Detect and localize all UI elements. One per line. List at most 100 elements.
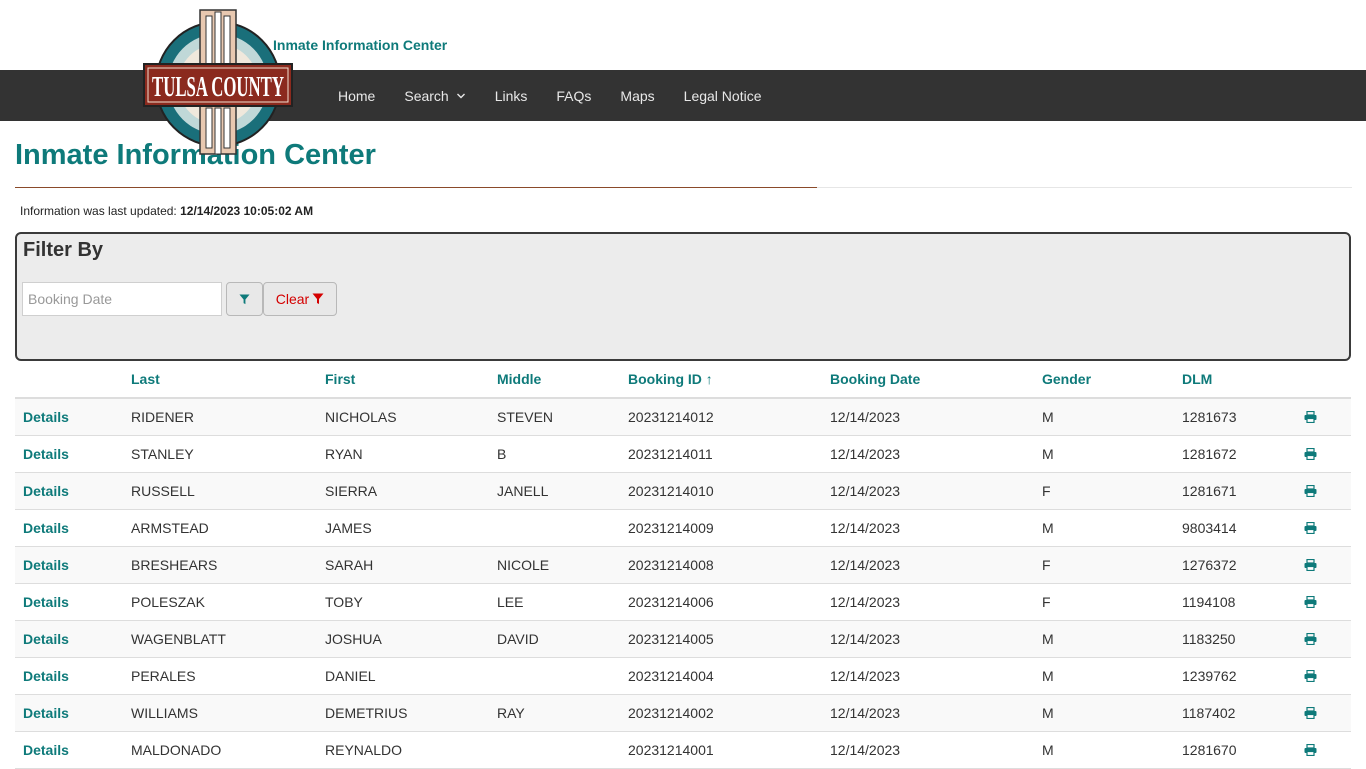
print-icon <box>1304 633 1317 645</box>
cell-first: REYNALDO <box>325 731 497 769</box>
cell-last: WILLIAMS <box>131 694 325 732</box>
details-link[interactable]: Details <box>15 594 69 610</box>
cell-first: DEMETRIUS <box>325 694 497 732</box>
cell-last: PERALES <box>131 657 325 695</box>
cell-dlm: 1281672 <box>1182 435 1294 473</box>
print-icon <box>1304 485 1317 497</box>
print-button[interactable] <box>1294 509 1351 547</box>
apply-filter-button[interactable] <box>226 282 263 316</box>
nav-maps[interactable]: Maps <box>620 88 654 104</box>
cell-booking-id: 20231214011 <box>628 435 830 473</box>
cell-middle: STEVEN <box>497 398 628 436</box>
cell-last: ARMSTEAD <box>131 509 325 547</box>
column-header-dlm[interactable]: DLM <box>1182 361 1294 399</box>
column-header-gender[interactable]: Gender <box>1042 361 1182 399</box>
nav-links-label: Links <box>494 87 528 104</box>
table-row: Details POLESZAK TOBY LEE 20231214006 12/14/2… <box>15 583 1351 621</box>
print-icon <box>1304 522 1317 534</box>
title-divider-light <box>817 187 1352 188</box>
last-updated-label: Information was last updated: <box>20 204 177 218</box>
print-button[interactable] <box>1294 583 1351 621</box>
details-link[interactable]: Details <box>15 557 69 573</box>
cell-first: NICHOLAS <box>325 398 497 436</box>
cell-dlm: 9803414 <box>1182 509 1294 547</box>
cell-dlm: 1239762 <box>1182 657 1294 695</box>
print-button[interactable] <box>1294 398 1351 436</box>
cell-booking-id: 20231214004 <box>628 657 830 695</box>
column-header-print <box>1294 361 1351 399</box>
cell-middle: RAY <box>497 694 628 732</box>
nav-links[interactable]: Links <box>495 88 528 104</box>
cell-first: JAMES <box>325 509 497 547</box>
cell-dlm: 1194108 <box>1182 583 1294 621</box>
nav-home[interactable]: Home <box>338 88 375 104</box>
details-link[interactable]: Details <box>15 668 69 684</box>
cell-dlm: 1281671 <box>1182 472 1294 510</box>
cell-booking-date: 12/14/2023 <box>830 472 1042 510</box>
chevron-down-icon <box>456 93 465 98</box>
print-button[interactable] <box>1294 435 1351 473</box>
cell-booking-date: 12/14/2023 <box>830 731 1042 769</box>
print-button[interactable] <box>1294 620 1351 658</box>
nav-faqs[interactable]: FAQs <box>556 88 591 104</box>
cell-booking-id: 20231214002 <box>628 694 830 732</box>
print-button[interactable] <box>1294 472 1351 510</box>
site-title[interactable]: Inmate Information Center <box>273 37 447 53</box>
cell-booking-id: 20231214010 <box>628 472 830 510</box>
cell-last: POLESZAK <box>131 583 325 621</box>
cell-first: DANIEL <box>325 657 497 695</box>
column-header-booking-id[interactable]: Booking ID ↑ <box>628 361 830 399</box>
cell-booking-id: 20231214008 <box>628 546 830 584</box>
cell-dlm: 1183250 <box>1182 620 1294 658</box>
cell-booking-id: 20231214012 <box>628 398 830 436</box>
filter-icon <box>239 293 250 304</box>
nav-legal-notice-label: Legal Notice <box>683 87 762 104</box>
details-link[interactable]: Details <box>15 520 69 536</box>
details-link[interactable]: Details <box>15 742 69 758</box>
cell-middle: DAVID <box>497 620 628 658</box>
print-button[interactable] <box>1294 546 1351 584</box>
cell-gender: M <box>1042 731 1182 769</box>
print-button[interactable] <box>1294 657 1351 695</box>
print-icon <box>1304 448 1317 460</box>
cell-middle: B <box>497 435 628 473</box>
clear-filter-button[interactable]: Clear <box>263 282 337 316</box>
print-icon <box>1304 744 1317 756</box>
cell-dlm: 1281670 <box>1182 731 1294 769</box>
cell-last: MALDONADO <box>131 731 325 769</box>
booking-date-input[interactable] <box>22 282 222 316</box>
table-row: Details PERALES DANIEL 20231214004 12/14/202… <box>15 657 1351 695</box>
tulsa-county-logo[interactable]: TULSA COUNTY <box>142 8 294 160</box>
column-header-booking-date[interactable]: Booking Date <box>830 361 1042 399</box>
column-header-first[interactable]: First <box>325 361 497 399</box>
cell-booking-date: 12/14/2023 <box>830 694 1042 732</box>
table-row: Details RIDENER NICHOLAS STEVEN 20231214012 1… <box>15 398 1351 436</box>
column-header-middle[interactable]: Middle <box>497 361 628 399</box>
details-link[interactable]: Details <box>15 631 69 647</box>
print-button[interactable] <box>1294 731 1351 769</box>
table-row: Details RUSSELL SIERRA JANELL 20231214010 12/… <box>15 472 1351 510</box>
table-row: Details WAGENBLATT JOSHUA DAVID 20231214005 1… <box>15 620 1351 658</box>
table-header-row: Last First Middle Booking ID ↑ Booking D… <box>15 361 1351 399</box>
nav-search[interactable]: Search <box>404 88 465 104</box>
cell-last: RUSSELL <box>131 472 325 510</box>
column-header-last[interactable]: Last <box>131 361 325 399</box>
details-link[interactable]: Details <box>15 705 69 721</box>
filter-icon <box>312 293 324 304</box>
cell-first: RYAN <box>325 435 497 473</box>
cell-gender: F <box>1042 472 1182 510</box>
cell-booking-id: 20231214006 <box>628 583 830 621</box>
details-link[interactable]: Details <box>15 409 69 425</box>
cell-first: TOBY <box>325 583 497 621</box>
print-button[interactable] <box>1294 694 1351 732</box>
details-link[interactable]: Details <box>15 483 69 499</box>
cell-middle <box>497 657 628 695</box>
cell-gender: M <box>1042 694 1182 732</box>
cell-last: BRESHEARS <box>131 546 325 584</box>
last-updated: Information was last updated: 12/14/2023… <box>20 204 313 218</box>
cell-gender: M <box>1042 398 1182 436</box>
cell-booking-id: 20231214009 <box>628 509 830 547</box>
nav-legal-notice[interactable]: Legal Notice <box>684 88 762 104</box>
print-icon <box>1304 707 1317 719</box>
details-link[interactable]: Details <box>15 446 69 462</box>
